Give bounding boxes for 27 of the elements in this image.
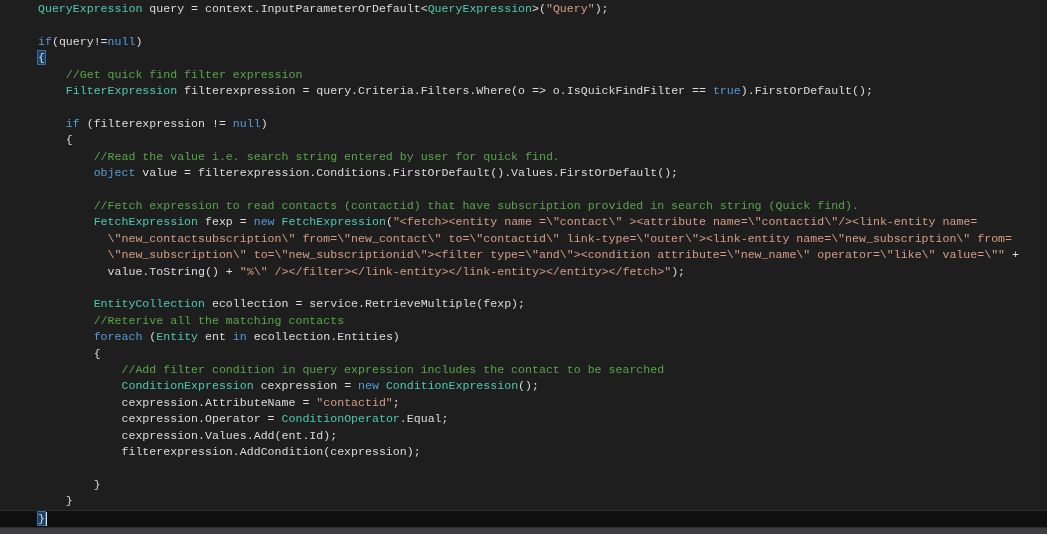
code-line: { <box>64 132 73 149</box>
code-line: \"new_subscription\" to=\"new_subscriptionid\"><filter type=\"and\"><condition attribute=\"new_name\" operator=\"like\" value=\"" + <box>106 247 1019 264</box>
code-line: value.ToString() + "%\" /></filter></link-entity></link-entity></entity></fetch>"); <box>106 263 686 280</box>
code-line: \"new_contactsubscription\" from=\"new_contact\" to=\"contactid\" link-type=\"outer\"><link-entity name=\"new_subscription\" from= <box>106 230 1013 247</box>
code-line: //Get quick find filter expression <box>64 66 303 83</box>
code-line: FetchExpression fexp = new FetchExpression("<fetch><entity name =\"contact\" ><attribute name=\"contactid\"/><link-entity name= <box>92 214 978 231</box>
code-line: foreach (Entity ent in ecollection.Entities) <box>92 329 400 346</box>
code-line: FilterExpression filterexpression = query.Criteria.Filters.Where(o => o.IsQuickFindFilter == true).FirstOrDefault(); <box>64 83 873 100</box>
code-line: //Add filter condition in query expression includes the contact to be searched <box>120 361 665 378</box>
code-line: if (filterexpression != null) <box>64 115 268 132</box>
code-line: } <box>92 476 101 493</box>
code-line: QueryExpression query = context.InputParameterOrDefault<QueryExpression>("Query"); <box>38 1 609 17</box>
code-line: object value = filterexpression.Conditions.FirstOrDefault().Values.FirstOrDefault(); <box>92 165 679 182</box>
text-cursor <box>45 511 47 526</box>
code-line: { <box>92 345 101 362</box>
code-line: cexpression.Values.Add(ent.Id); <box>120 427 338 444</box>
code-line: //Fetch expression to read contacts (contactid) that have subscription provided in search string (Quick find). <box>92 197 859 214</box>
code-line: filterexpression.AddCondition(cexpression); <box>120 443 421 460</box>
code-line: EntityCollection ecollection = service.RetrieveMultiple(fexp); <box>92 296 526 313</box>
code-line: if(query!=null) <box>38 33 143 50</box>
code-line: } <box>64 493 73 510</box>
code-line: ConditionExpression cexpression = new ConditionExpression(); <box>120 378 539 395</box>
code-line: cexpression.Operator = ConditionOperator.Equal; <box>120 411 449 428</box>
code-line: //Reterive all the matching contacts <box>92 312 345 329</box>
code-line: cexpression.AttributeName = "contactid"; <box>120 394 400 411</box>
code-line: //Read the value i.e. search string entered by user for quick find. <box>92 148 560 165</box>
scrollbar[interactable] <box>0 528 1047 534</box>
